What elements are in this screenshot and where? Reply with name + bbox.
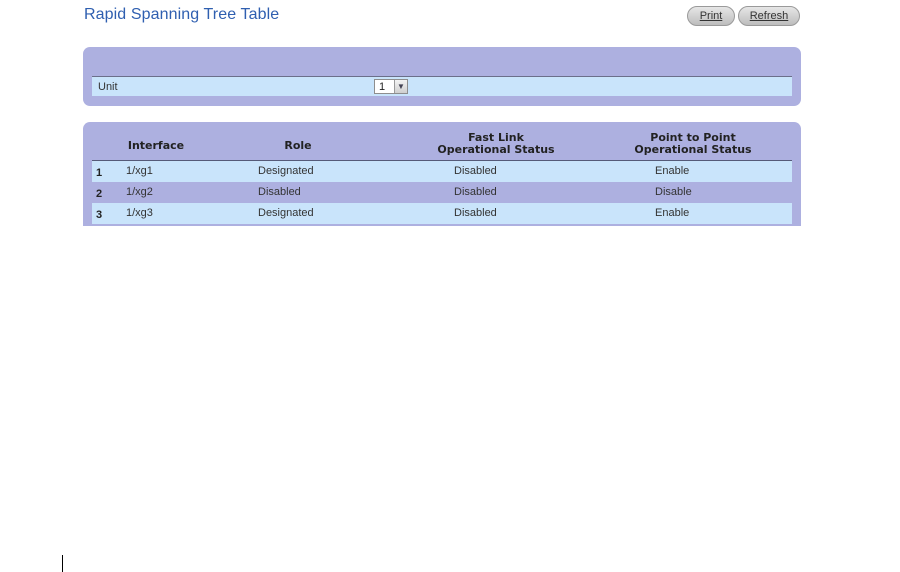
column-header-role: Role: [284, 139, 312, 152]
table-row[interactable]: 2 1/xg2 Disabled Disabled Disable: [92, 182, 792, 203]
table-row[interactable]: 3 1/xg3 Designated Disabled Enable: [92, 203, 792, 224]
cell-role: Designated: [258, 207, 314, 219]
cell-role: Disabled: [258, 186, 301, 198]
cell-interface: 1/xg3: [126, 207, 153, 219]
page-margin-mark: [62, 555, 63, 572]
cell-p2p-status: Enable: [655, 165, 690, 177]
rstp-table-panel: Interface Role Fast Link Operational Sta…: [83, 122, 801, 226]
unit-row: Unit 1 ▼: [92, 76, 792, 96]
unit-select[interactable]: 1 ▼: [374, 79, 408, 94]
column-header-point-to-point: Point to Point Operational Status: [628, 132, 758, 156]
table-row[interactable]: 1 1/xg1 Designated Disabled Enable: [92, 161, 792, 182]
unit-panel: Unit 1 ▼: [83, 47, 801, 106]
unit-label: Unit: [98, 81, 118, 93]
cell-interface: 1/xg2: [126, 186, 153, 198]
cell-interface: 1/xg1: [126, 165, 153, 177]
refresh-button[interactable]: Refresh: [738, 6, 800, 26]
column-header-fast-link-line2: Operational Status: [437, 143, 555, 156]
cell-p2p-status: Enable: [655, 207, 690, 219]
column-header-fast-link: Fast Link Operational Status: [431, 132, 561, 156]
row-index: 1: [96, 167, 103, 179]
table-body: 1 1/xg1 Designated Disabled Enable 2 1/x…: [92, 160, 792, 224]
cell-fast-link-status: Disabled: [454, 207, 497, 219]
cell-fast-link-status: Disabled: [454, 186, 497, 198]
row-index: 2: [96, 188, 103, 200]
cell-role: Designated: [258, 165, 314, 177]
row-index: 3: [96, 209, 103, 221]
column-header-interface: Interface: [127, 139, 185, 152]
unit-select-value: 1: [379, 80, 386, 93]
column-header-p2p-line2: Operational Status: [634, 143, 752, 156]
chevron-down-icon[interactable]: ▼: [394, 80, 407, 93]
page-title: Rapid Spanning Tree Table: [84, 6, 280, 23]
cell-p2p-status: Disable: [655, 186, 692, 198]
cell-fast-link-status: Disabled: [454, 165, 497, 177]
print-button[interactable]: Print: [687, 6, 735, 26]
